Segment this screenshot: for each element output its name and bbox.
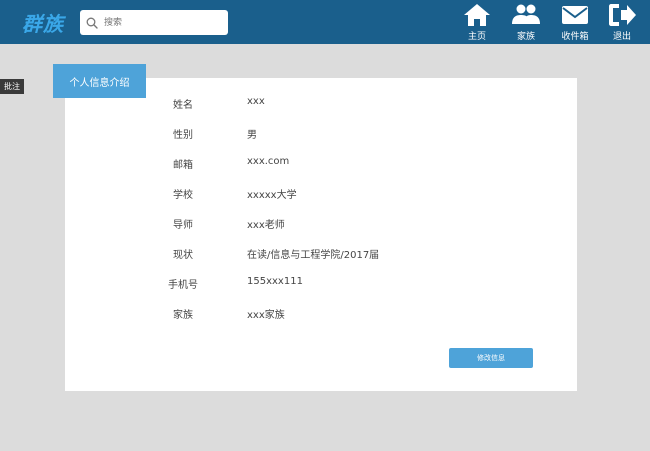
field-label: 导师 [173,220,193,231]
nav-home-label: 主页 [467,32,486,42]
logout-icon [609,4,636,26]
field-value: xxxxx大学 [247,190,297,201]
search-box[interactable] [80,10,228,35]
field-row-name: 姓名 xxx [65,96,577,112]
nav-logout[interactable]: 退出 [602,2,642,42]
nav-logout-label: 退出 [612,32,631,42]
field-value: 155xxx111 [247,276,303,287]
edit-info-button[interactable]: 修改信息 [449,348,533,368]
mail-icon [562,6,588,24]
field-row-school: 学校 xxxxx大学 [65,186,577,202]
field-row-family: 家族 xxx家族 [65,306,577,322]
field-label: 性别 [173,130,193,141]
field-row-advisor: 导师 xxx老师 [65,216,577,232]
nav-family[interactable]: 家族 [506,2,546,42]
nav-family-label: 家族 [516,32,535,42]
search-icon [86,17,98,29]
field-row-phone: 手机号 155xxx111 [65,276,577,292]
field-label: 学校 [173,190,193,201]
field-value: xxx老师 [247,220,285,231]
search-input[interactable] [102,16,226,29]
field-label: 家族 [173,310,193,321]
nav-home[interactable]: 主页 [457,2,497,42]
nav-inbox[interactable]: 收件箱 [555,2,595,42]
field-row-gender: 性别 男 [65,126,577,142]
top-navbar: 群族 主页 家族 收件箱 退出 [0,0,650,44]
field-row-email: 邮箱 xxx.com [65,156,577,172]
field-value: xxx [247,96,265,107]
annotation-tab[interactable]: 批注 [0,79,24,94]
users-icon [512,4,540,24]
home-icon [464,4,490,26]
field-value: xxx家族 [247,310,285,321]
nav-inbox-label: 收件箱 [561,32,589,42]
logo[interactable]: 群族 [22,8,64,37]
field-value: 男 [247,130,257,141]
field-row-status: 现状 在读/信息与工程学院/2017届 [65,246,577,262]
field-label: 手机号 [168,280,198,291]
field-label: 现状 [173,250,193,261]
field-label: 邮箱 [173,160,193,171]
tab-personal-info[interactable]: 个人信息介绍 [53,64,146,98]
profile-card: 姓名 xxx 性别 男 邮箱 xxx.com 学校 xxxxx大学 导师 xxx… [65,78,577,391]
field-value: xxx.com [247,156,290,167]
field-value: 在读/信息与工程学院/2017届 [247,250,380,261]
field-label: 姓名 [173,100,193,111]
